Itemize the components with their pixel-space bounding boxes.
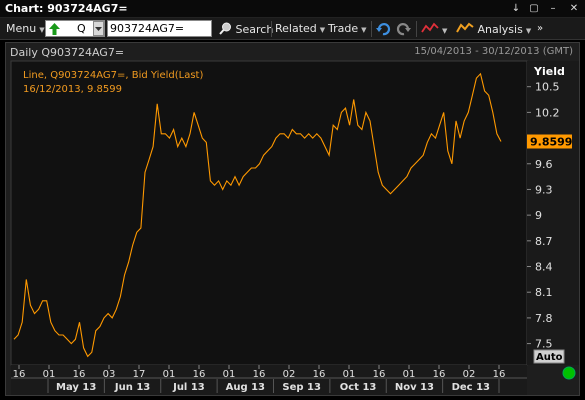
y-tick-label: 9 <box>535 209 542 222</box>
x-tick-label: 17 <box>133 369 146 380</box>
x-tick-label: 16 <box>253 369 266 380</box>
y-tick-label: 9.3 <box>535 183 553 196</box>
legend-series-label: Line, Q903724AG7=, Bid Yield(Last) <box>23 70 203 81</box>
y-axis-title: Yield <box>533 65 565 78</box>
chart-svg: Line, Q903724AG7=, Bid Yield(Last) 16/12… <box>10 60 579 395</box>
x-month-label: Aug 13 <box>226 382 265 393</box>
x-tick-label: 16 <box>13 369 26 380</box>
x-tick-label: 01 <box>163 369 176 380</box>
y-tick-label: 8.7 <box>535 235 553 248</box>
y-tick-label: 7.5 <box>535 338 553 351</box>
x-tick-label: 16 <box>193 369 206 380</box>
x-month-label: Sep 13 <box>282 382 321 393</box>
y-tick-label: 8.4 <box>535 261 553 274</box>
last-value-marker: 9.8599 <box>527 134 572 149</box>
x-month-label: Jun 13 <box>114 382 150 393</box>
y-tick-label: 9.6 <box>535 158 553 171</box>
x-tick-label: 01 <box>343 369 356 380</box>
x-tick-label: 16 <box>313 369 326 380</box>
x-tick-label: 02 <box>283 369 296 380</box>
x-tick-label: 16 <box>73 369 86 380</box>
x-tick-label: 01 <box>223 369 236 380</box>
y-tick-label: 10.2 <box>535 106 560 119</box>
x-month-label: Oct 13 <box>340 382 377 393</box>
y-tick-label: 10.5 <box>535 81 560 94</box>
last-value-label: 9.8599 <box>530 136 572 149</box>
x-tick-label: 16 <box>373 369 386 380</box>
x-month-label: May 13 <box>56 382 96 393</box>
y-tick-label: 8.1 <box>535 286 553 299</box>
plot-area <box>10 60 528 366</box>
x-month-label: Dec 13 <box>452 382 490 393</box>
x-tick-label: 03 <box>103 369 116 380</box>
status-indicator <box>562 366 576 380</box>
y-tick-label: 7.8 <box>535 312 553 325</box>
x-tick-label: 01 <box>43 369 56 380</box>
auto-scale-label: Auto <box>536 352 563 363</box>
legend-point-label: 16/12/2013, 9.8599 <box>23 84 122 95</box>
x-month-label: Nov 13 <box>395 382 434 393</box>
x-tick-label: 16 <box>493 369 506 380</box>
x-month-label: Jul 13 <box>172 382 205 393</box>
x-tick-label: 02 <box>463 369 476 380</box>
x-tick-label: 16 <box>433 369 446 380</box>
x-tick-label: 01 <box>403 369 416 380</box>
